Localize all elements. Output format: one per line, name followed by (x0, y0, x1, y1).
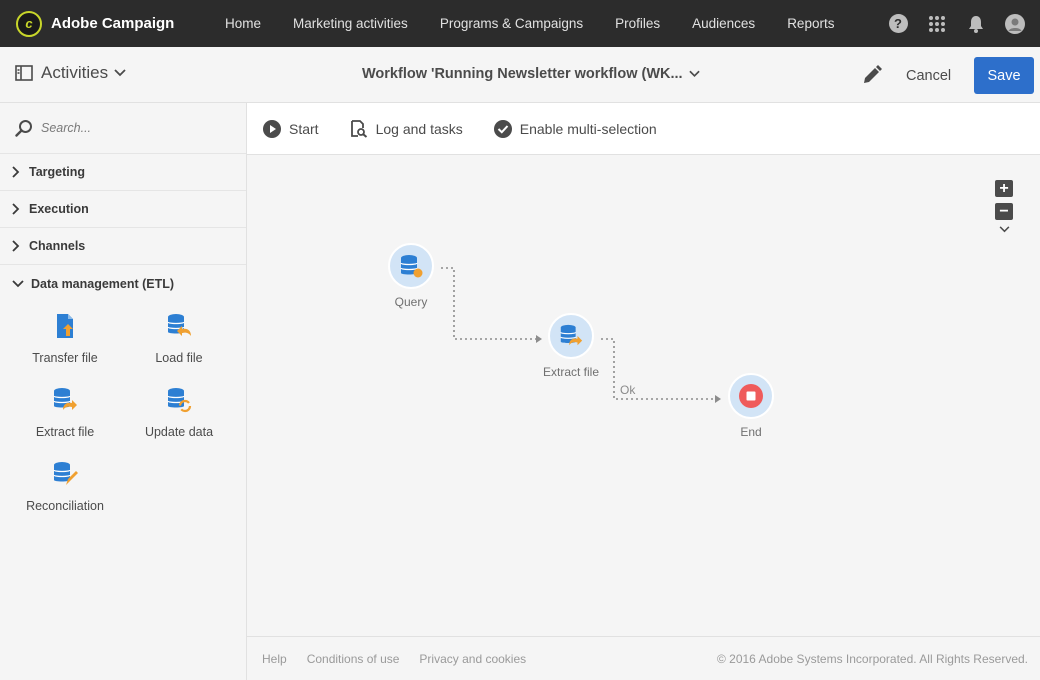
activity-label: Load file (155, 351, 203, 365)
activities-label: Activities (41, 63, 109, 82)
app-grid-icon[interactable] (926, 13, 948, 35)
activity-label: Transfer file (32, 351, 98, 365)
link-label-ok: Ok (620, 383, 636, 397)
copyright: © 2016 Adobe Systems Incorporated. All R… (716, 651, 1028, 666)
activity-extract-file[interactable]: Extract file (8, 384, 122, 458)
header-bar: Activities Workflow 'Running Newsletter … (0, 47, 1040, 103)
search-bar (0, 103, 246, 154)
workflow-title-text: Workflow 'Running Newsletter workflow (W… (362, 66, 683, 82)
activity-palette: Transfer file Load file Extract file Upd… (0, 302, 246, 532)
user-avatar-icon[interactable] (1004, 13, 1026, 35)
enable-multi-selection-button[interactable]: Enable multi-selection (493, 119, 657, 138)
bell-icon[interactable] (965, 13, 987, 35)
category-label: Targeting (29, 165, 86, 179)
start-label: Start (289, 120, 319, 137)
stop-icon (739, 384, 763, 408)
node-extract-file[interactable]: Extract file (527, 313, 615, 379)
extract-file-icon (53, 388, 77, 410)
save-button[interactable]: Save (974, 57, 1034, 94)
chevron-right-icon (12, 166, 20, 178)
panel-toggle-icon (15, 65, 33, 81)
footer-help-link[interactable]: Help (262, 652, 287, 666)
category-label: Channels (29, 239, 86, 253)
node-circle (728, 373, 774, 419)
nav-programs-campaigns[interactable]: Programs & Campaigns (440, 16, 583, 31)
nav-reports[interactable]: Reports (787, 16, 834, 31)
activities-sidebar: Targeting Execution Channels Data manage… (0, 103, 247, 680)
start-button[interactable]: Start (263, 119, 319, 138)
node-circle (388, 243, 434, 289)
enable-multi-selection-label: Enable multi-selection (519, 120, 657, 137)
load-file-icon (167, 314, 191, 336)
edit-pencil-icon[interactable] (862, 65, 882, 85)
transfer-file-icon (57, 314, 73, 338)
log-search-icon (350, 119, 367, 138)
brand[interactable]: c Adobe Campaign (16, 10, 216, 37)
category-channels[interactable]: Channels (0, 228, 246, 265)
extract-file-icon (560, 324, 583, 346)
footer-conditions-link[interactable]: Conditions of use (307, 652, 400, 666)
footer-privacy-link[interactable]: Privacy and cookies (419, 652, 526, 666)
chevron-down-icon (114, 69, 126, 77)
check-circle-icon (493, 119, 512, 138)
activity-load-file[interactable]: Load file (122, 310, 236, 384)
top-navigation: c Adobe Campaign Home Marketing activiti… (0, 0, 1040, 47)
nav-marketing-activities[interactable]: Marketing activities (293, 16, 408, 31)
log-and-tasks-label: Log and tasks (375, 120, 463, 137)
node-label: Extract file (542, 365, 599, 379)
zoom-options-chevron-icon[interactable] (995, 226, 1013, 233)
link-query-to-extract (441, 267, 536, 340)
play-icon (263, 119, 281, 138)
reconciliation-icon (53, 462, 78, 485)
category-targeting[interactable]: Targeting (0, 154, 246, 191)
activity-update-data[interactable]: Update data (122, 384, 236, 458)
search-icon (15, 120, 32, 137)
chevron-down-icon (12, 279, 24, 287)
node-label: End (740, 425, 762, 439)
node-circle (548, 313, 594, 359)
category-execution[interactable]: Execution (0, 191, 246, 228)
nav-audiences[interactable]: Audiences (692, 16, 755, 31)
link-extract-to-end (601, 338, 715, 400)
category-label: Data management (ETL) (31, 276, 175, 291)
activity-label: Reconciliation (26, 499, 104, 513)
activity-reconciliation[interactable]: Reconciliation (8, 458, 122, 532)
node-label: Query (394, 295, 428, 309)
query-database-icon (400, 255, 423, 278)
nav-profiles[interactable]: Profiles (615, 16, 660, 31)
cancel-button[interactable]: Cancel (896, 63, 961, 89)
workflow-links (441, 267, 721, 403)
nav-icons: ? (870, 0, 1026, 47)
adobe-campaign-logo-icon: c (16, 10, 42, 37)
activity-transfer-file[interactable]: Transfer file (8, 310, 122, 384)
nav-home[interactable]: Home (225, 16, 261, 31)
main-nav: Home Marketing activities Programs & Cam… (225, 16, 866, 31)
chevron-right-icon (12, 203, 20, 215)
workflow-title[interactable]: Workflow 'Running Newsletter workflow (W… (362, 66, 700, 82)
log-and-tasks-button[interactable]: Log and tasks (350, 119, 463, 138)
zoom-controls: + − (995, 180, 1017, 233)
category-label: Execution (29, 202, 89, 216)
activities-toggle[interactable]: Activities (15, 63, 126, 83)
activity-label: Extract file (35, 425, 95, 439)
zoom-in-icon[interactable]: + (995, 180, 1013, 197)
workflow-canvas[interactable]: Ok Query Extract file End + − (247, 155, 1040, 636)
node-query[interactable]: Query (367, 243, 455, 309)
chevron-down-icon (688, 70, 700, 78)
workflow-toolbar: Start Log and tasks Enable multi-selecti… (247, 103, 1040, 155)
category-data-management[interactable]: Data management (ETL) (0, 265, 246, 302)
node-end[interactable]: End (707, 373, 795, 439)
update-data-icon (167, 388, 192, 413)
activity-label: Update data (144, 425, 214, 439)
chevron-right-icon (12, 240, 20, 252)
help-icon[interactable]: ? (887, 13, 909, 35)
search-input[interactable] (41, 121, 221, 135)
footer: Help Conditions of use Privacy and cooki… (247, 636, 1040, 680)
zoom-out-icon[interactable]: − (995, 203, 1013, 220)
brand-name: Adobe Campaign (51, 15, 175, 32)
